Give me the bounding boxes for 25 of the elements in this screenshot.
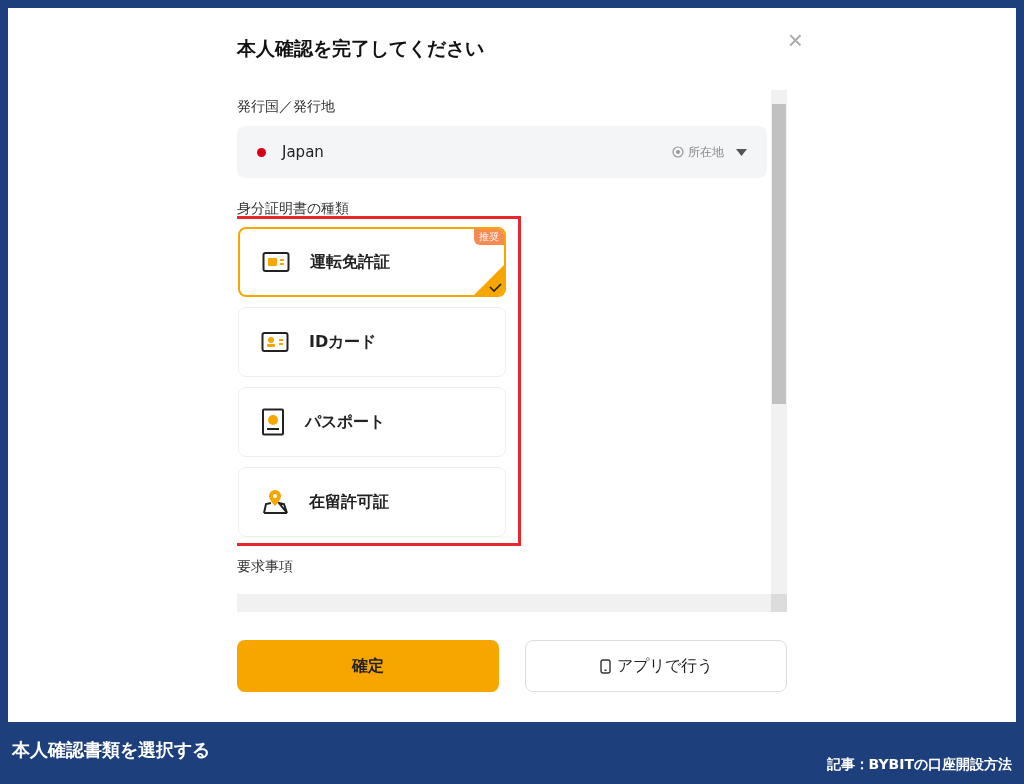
dialog-title: 本人確認を完了してください <box>237 36 484 61</box>
vertical-scrollbar[interactable] <box>771 90 787 594</box>
caption: 本人確認書類を選択する <box>12 738 210 762</box>
source-note: 記事：BYBITの口座開設方法 <box>826 756 1012 774</box>
document-type-label: 身分証明書の種類 <box>237 200 350 216</box>
check-icon <box>474 265 504 295</box>
scrollbar-corner <box>771 594 787 612</box>
document-option[interactable]: パスポート <box>238 387 506 457</box>
recommended-badge: 推奨 <box>474 229 504 245</box>
id-card-icon <box>261 331 289 353</box>
flag-dot-icon <box>257 147 266 157</box>
requirements-label: 要求事項 <box>237 558 294 576</box>
document-option[interactable]: 在留許可証 <box>238 467 506 537</box>
passport-icon <box>261 408 285 436</box>
issuer-label: 発行国／発行地 <box>237 98 336 116</box>
location-pin-map-icon <box>261 488 289 516</box>
document-option[interactable]: IDカード <box>238 307 506 377</box>
phone-icon <box>599 658 611 674</box>
app-button[interactable]: アプリで行う <box>525 640 787 692</box>
license-card-icon <box>262 251 290 273</box>
location-icon <box>672 146 684 158</box>
document-option[interactable]: 運転免許証 推奨 <box>238 227 506 297</box>
country-select[interactable]: Japan 所在地 <box>237 126 767 178</box>
confirm-button[interactable]: 確定 <box>237 640 499 692</box>
dropdown-caret-icon <box>736 148 747 156</box>
